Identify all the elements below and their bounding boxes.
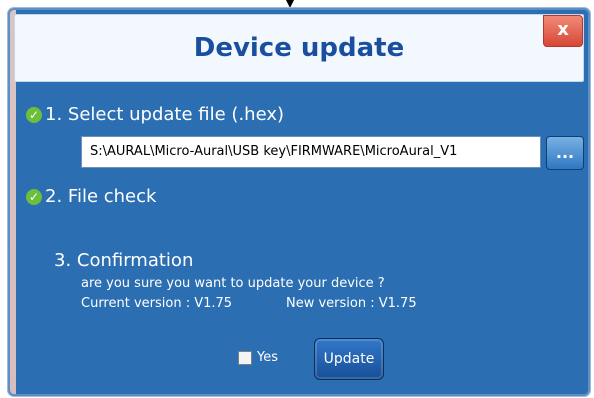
close-icon: x <box>557 19 569 40</box>
step-confirmation-label: 3. Confirmation <box>54 250 194 271</box>
yes-checkbox[interactable] <box>238 350 252 365</box>
current-version-label: Current version : V1.75 <box>81 296 233 311</box>
step-select-file: ✓ 1. Select update file (.hex) <box>26 104 284 125</box>
close-button[interactable]: x <box>543 15 583 47</box>
browse-button[interactable]: ... <box>546 136 584 170</box>
dialog-title: Device update <box>193 33 405 63</box>
step-file-check-label: 2. File check <box>45 186 157 207</box>
yes-checkbox-group[interactable]: Yes <box>238 350 278 365</box>
top-arrow-icon <box>286 0 294 8</box>
step-confirmation: 3. Confirmation <box>54 250 193 271</box>
check-icon: ✓ <box>26 107 42 123</box>
update-button[interactable]: Update <box>314 338 384 380</box>
device-update-dialog: Device update x ✓ 1. Select update file (… <box>8 8 590 396</box>
yes-label: Yes <box>257 350 278 365</box>
confirmation-question: are you sure you want to update your dev… <box>81 276 385 291</box>
step-select-file-label: 1. Select update file (.hex) <box>45 104 285 125</box>
new-version-label: New version : V1.75 <box>286 296 417 311</box>
browse-icon: ... <box>555 143 575 162</box>
file-path-input[interactable]: S:\AURAL\Micro-Aural\USB key\FIRMWARE\Mi… <box>81 136 541 168</box>
check-icon: ✓ <box>26 189 42 205</box>
step-file-check: ✓ 2. File check <box>26 186 156 207</box>
dialog-header: Device update x <box>14 14 584 82</box>
